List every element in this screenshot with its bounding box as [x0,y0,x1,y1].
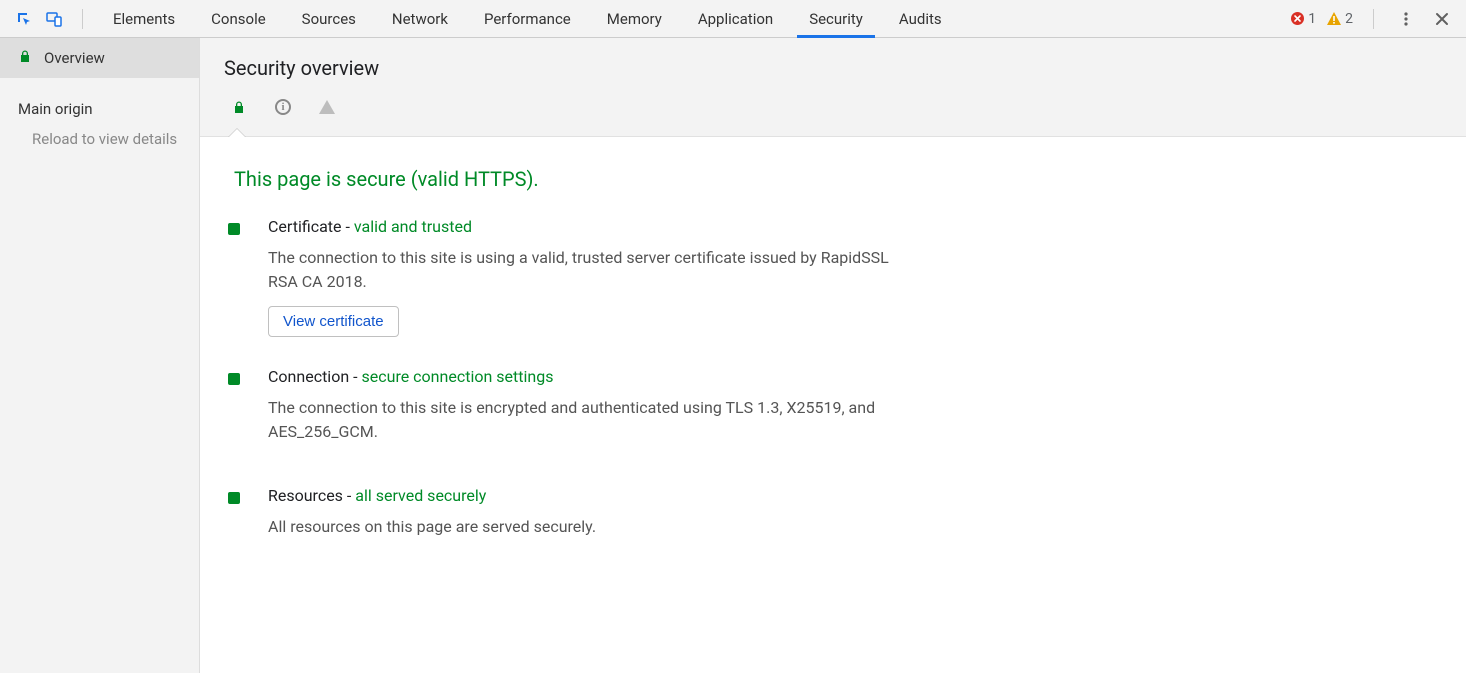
section-resources: Resources - all served securely All reso… [228,486,1438,551]
lock-icon [18,49,32,67]
toggle-device-toolbar-icon[interactable] [40,5,68,33]
sidebar-item-overview[interactable]: Overview [0,38,199,78]
page-title: Security overview [224,56,1442,80]
devtools-toolbar: Elements Console Sources Network Perform… [0,0,1466,38]
resources-title-prefix: Resources - [268,486,355,505]
connection-title: Connection - secure connection settings [268,367,908,386]
warning-count-text: 2 [1345,11,1353,27]
tab-security[interactable]: Security [797,0,875,38]
tab-console[interactable]: Console [199,0,278,38]
header-pointer [228,129,246,138]
section-certificate: Certificate - valid and trusted The conn… [228,217,1438,337]
warning-status-icon[interactable] [318,98,336,116]
resources-description: All resources on this page are served se… [268,515,596,539]
connection-description: The connection to this site is encrypted… [268,396,908,444]
more-options-icon[interactable] [1392,5,1420,33]
security-details: This page is secure (valid HTTPS). Certi… [200,137,1466,673]
connection-title-prefix: Connection - [268,367,362,386]
section-connection: Connection - secure connection settings … [228,367,1438,456]
tab-performance[interactable]: Performance [472,0,583,38]
sidebar-overview-label: Overview [44,49,105,67]
certificate-title-prefix: Certificate - [268,217,354,236]
status-bullet-icon [228,492,240,551]
certificate-status-label: valid and trusted [354,217,472,236]
panel-tabs: Elements Console Sources Network Perform… [95,0,960,38]
close-devtools-icon[interactable] [1428,5,1456,33]
certificate-description: The connection to this site is using a v… [268,246,908,294]
status-icon-row: i [224,92,1442,130]
tab-audits[interactable]: Audits [887,0,954,38]
separator [82,9,83,29]
error-count-badge[interactable]: 1 [1288,11,1318,27]
security-sidebar: Overview Main origin Reload to view deta… [0,38,200,673]
separator [1373,9,1374,29]
tab-application[interactable]: Application [686,0,785,38]
error-count-text: 1 [1308,11,1316,27]
view-certificate-button[interactable]: View certificate [268,306,399,337]
warning-count-badge[interactable]: 2 [1324,11,1355,27]
status-bullet-icon [228,373,240,456]
tab-sources[interactable]: Sources [290,0,368,38]
security-overview-header: Security overview i [200,38,1466,137]
status-bullet-icon [228,223,240,337]
resources-status-label: all served securely [355,486,486,505]
secure-summary-line: This page is secure (valid HTTPS). [234,167,1438,191]
warning-icon [1326,11,1342,26]
tab-network[interactable]: Network [380,0,460,38]
sidebar-main-origin-heading: Main origin [0,78,199,126]
inspect-element-icon[interactable] [10,5,38,33]
sidebar-reload-hint: Reload to view details [0,126,199,148]
resources-title: Resources - all served securely [268,486,596,505]
error-icon [1290,11,1305,26]
tab-memory[interactable]: Memory [595,0,674,38]
info-status-icon[interactable]: i [274,98,292,116]
security-main: Security overview i This page is secure … [200,38,1466,673]
secure-lock-icon[interactable] [230,98,248,116]
toolbar-right: 1 2 [1288,5,1458,33]
tab-elements[interactable]: Elements [101,0,187,38]
certificate-title: Certificate - valid and trusted [268,217,908,236]
connection-status-label: secure connection settings [362,367,554,386]
